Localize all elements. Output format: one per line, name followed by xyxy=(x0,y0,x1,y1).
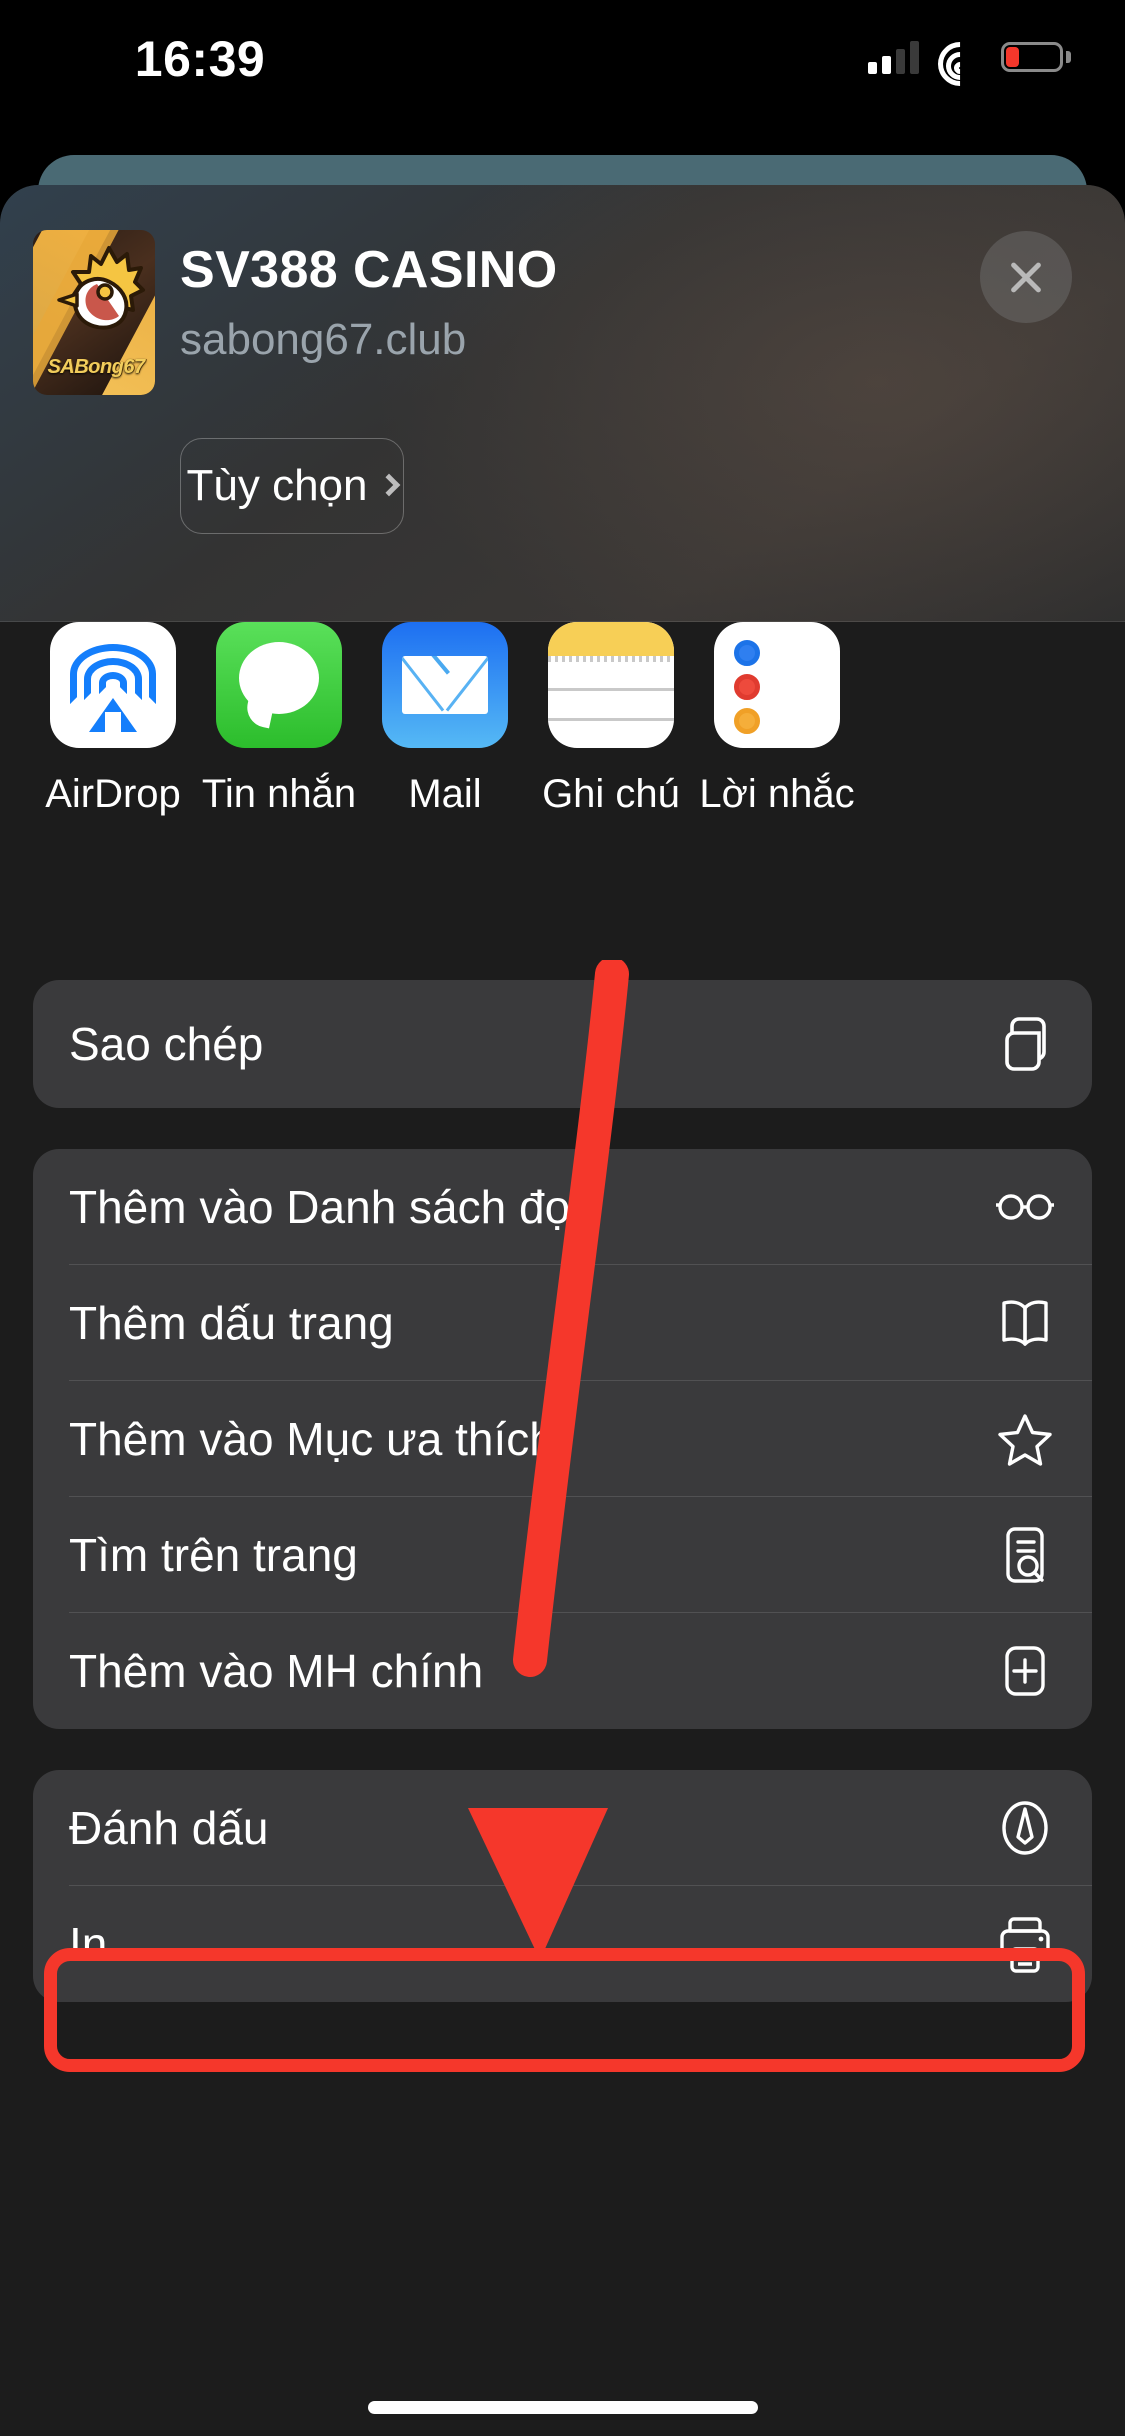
action-row-copy[interactable]: Sao chép xyxy=(33,980,1092,1108)
action-label: Thêm vào Mục ưa thích xyxy=(69,1413,555,1465)
close-button[interactable] xyxy=(980,231,1072,323)
share-target-notes[interactable]: Ghi chú xyxy=(528,622,694,817)
page-title: SV388 CASINO xyxy=(180,241,558,299)
copy-icon xyxy=(994,1013,1056,1075)
chevron-right-icon xyxy=(378,473,401,497)
action-label: Thêm dấu trang xyxy=(69,1297,394,1349)
wifi-icon xyxy=(928,32,992,96)
status-bar-clock: 16:39 xyxy=(134,31,266,87)
share-target-label: AirDrop xyxy=(45,772,181,816)
battery-low-icon xyxy=(1001,42,1071,72)
annotation-highlight-box xyxy=(44,1948,1085,2072)
rooster-logo-icon xyxy=(57,246,145,330)
page-url: sabong67.club xyxy=(180,315,467,364)
thumbnail-brand-text: SABong67 xyxy=(47,356,145,378)
action-label: Thêm vào MH chính xyxy=(69,1645,484,1697)
action-row-reading-list[interactable]: Thêm vào Danh sách đọc xyxy=(33,1149,1092,1265)
action-label: Đánh dấu xyxy=(69,1802,269,1854)
reminders-icon xyxy=(714,622,840,748)
cellular-signal-icon xyxy=(868,40,919,74)
share-sheet: SABong67 SV388 CASINO sabong67.club Tùy … xyxy=(0,185,1125,2436)
share-sheet-header: SABong67 SV388 CASINO sabong67.club Tùy … xyxy=(0,185,1125,622)
action-label: Tìm trên trang xyxy=(69,1529,358,1581)
action-label: Thêm vào Danh sách đọc xyxy=(69,1181,594,1233)
action-row-add-to-home-screen[interactable]: Thêm vào MH chính xyxy=(33,1613,1092,1729)
share-target-label: Lời nhắc xyxy=(699,772,855,816)
find-on-page-icon xyxy=(994,1524,1056,1586)
status-bar-indicators xyxy=(868,32,1071,96)
glasses-icon xyxy=(994,1176,1056,1238)
airdrop-icon xyxy=(50,622,176,748)
share-target-messages[interactable]: Tin nhắn xyxy=(196,622,362,817)
action-group-browser: Thêm vào Danh sách đọc Thêm dấu trang Th… xyxy=(33,1149,1092,1729)
share-target-airdrop[interactable]: AirDrop xyxy=(30,622,196,817)
phone-screen: 16:39 SABong67 SV388 CASINO sabong67.clu… xyxy=(0,0,1125,2436)
add-to-home-screen-icon xyxy=(994,1640,1056,1702)
home-indicator[interactable] xyxy=(367,2401,758,2414)
markup-pen-icon xyxy=(994,1797,1056,1859)
action-row-markup[interactable]: Đánh dấu xyxy=(33,1770,1092,1886)
share-targets-row[interactable]: AirDrop Tin nhắn Mail Ghi chú Lời nhắc xyxy=(0,622,1125,919)
action-row-bookmark[interactable]: Thêm dấu trang xyxy=(33,1265,1092,1381)
notes-icon xyxy=(548,622,674,748)
messages-icon xyxy=(216,622,342,748)
action-row-favorites[interactable]: Thêm vào Mục ưa thích xyxy=(33,1381,1092,1497)
action-row-find-on-page[interactable]: Tìm trên trang xyxy=(33,1497,1092,1613)
share-target-label: Mail xyxy=(408,772,482,816)
share-target-mail[interactable]: Mail xyxy=(362,622,528,817)
share-target-label: Tin nhắn xyxy=(201,772,357,816)
mail-icon xyxy=(382,622,508,748)
page-thumbnail: SABong67 xyxy=(33,230,155,395)
status-bar: 16:39 xyxy=(0,0,1125,120)
action-label: Sao chép xyxy=(69,1018,264,1070)
share-target-reminders[interactable]: Lời nhắc xyxy=(694,622,860,817)
options-button[interactable]: Tùy chọn xyxy=(180,438,404,534)
star-icon xyxy=(994,1408,1056,1470)
book-icon xyxy=(994,1292,1056,1354)
action-group-copy: Sao chép xyxy=(33,980,1092,1108)
share-target-label: Ghi chú xyxy=(542,772,680,816)
options-button-label: Tùy chọn xyxy=(186,461,368,510)
close-icon xyxy=(980,231,1072,323)
